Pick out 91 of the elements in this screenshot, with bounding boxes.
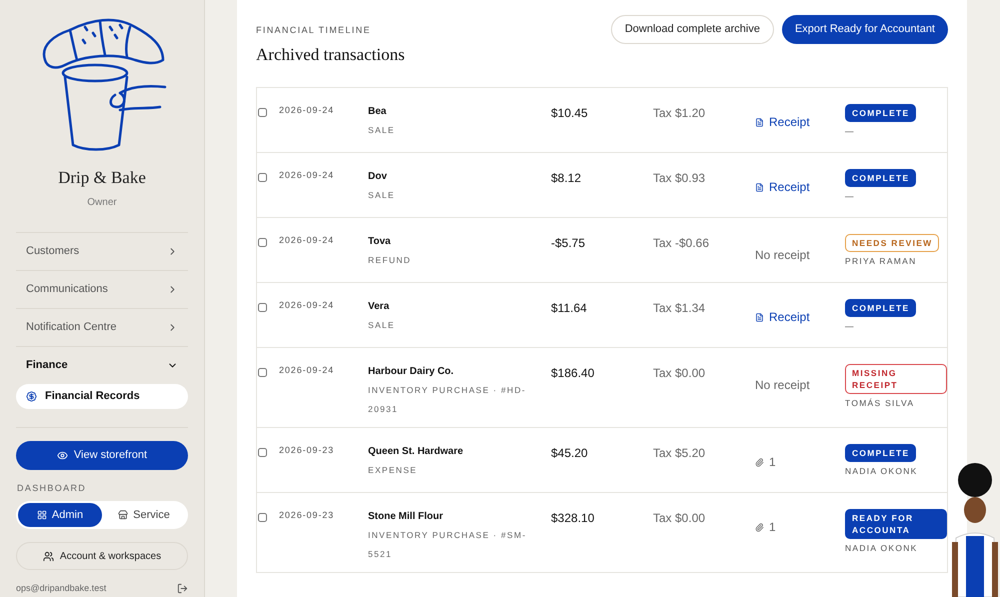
tax-cell-text: Tax $5.20	[653, 445, 706, 462]
assignee-label: NADIA OKONK	[845, 542, 918, 555]
transaction-type: INVENTORY PURCHASE · #SM-5521	[368, 529, 528, 561]
date-cell-text: 2026-09-24	[279, 104, 336, 117]
account-email: ops@dripandbake.test	[16, 582, 106, 595]
date-cell-text: 2026-09-24	[279, 299, 336, 312]
nav-item[interactable]: Finance	[16, 346, 188, 384]
nav-item[interactable]: Communications	[16, 270, 188, 308]
transaction-type: SALE	[368, 124, 396, 137]
grid-icon	[36, 510, 47, 520]
status-badge: READY FOR ACCOUNTA	[845, 509, 947, 539]
payee-name: Harbour Dairy Co.	[368, 365, 455, 379]
brand-name: Drip & Bake	[57, 167, 147, 189]
tax-cell-text: Tax $0.00	[653, 365, 706, 382]
tax-cell-text: Tax -$0.66	[653, 235, 710, 252]
payee-name: Bea	[368, 105, 388, 119]
amount-cell-text: $11.64	[551, 300, 588, 317]
assignee-label: —	[845, 125, 855, 138]
payee-name: Tova	[368, 235, 392, 249]
section-label: DASHBOARD	[16, 482, 88, 494]
receipt-link[interactable]: Receipt	[755, 308, 845, 326]
assignee-label: PRIYA RAMAN	[845, 255, 916, 268]
attachment-count: 1	[769, 519, 776, 536]
tax-cell-text: Tax $1.34	[653, 300, 706, 317]
tax-cell-text: Tax $1.20	[653, 105, 706, 122]
amount-cell-text: $186.40	[551, 365, 596, 382]
nav-item[interactable]: Customers	[16, 232, 188, 270]
view-storefront-button[interactable]: View storefront	[16, 440, 188, 470]
nav-subitem[interactable]: Financial Records	[16, 384, 188, 408]
account-button[interactable]: Account & workspaces	[16, 542, 188, 570]
transaction-type: REFUND	[368, 254, 412, 267]
nav-item[interactable]: Notification Centre	[16, 308, 188, 346]
users-icon	[42, 550, 54, 562]
amount-cell-text: -$5.75	[551, 235, 586, 252]
role-label: Owner	[86, 196, 118, 210]
dollar-icon	[26, 390, 37, 402]
date-cell-text: 2026-09-23	[279, 444, 336, 457]
amount-cell-text: $328.10	[551, 510, 596, 527]
transaction-type: SALE	[368, 189, 396, 202]
date-cell-text: 2026-09-24	[279, 364, 336, 377]
amount-cell-text: $8.12	[551, 170, 582, 187]
assignee-label: NADIA OKONK	[845, 465, 918, 478]
logout-icon[interactable]	[177, 583, 188, 594]
transaction-type: SALE	[368, 319, 396, 332]
assignee-label: TOMÁS SILVA	[845, 397, 914, 410]
status-badge: MISSING RECEIPT	[845, 364, 947, 394]
date-cell-text: 2026-09-23	[279, 509, 336, 522]
page-title: Archived transactions	[256, 44, 405, 66]
no-receipt-label: No receipt	[755, 248, 810, 262]
date-cell-text: 2026-09-24	[279, 169, 336, 182]
status-badge: COMPLETE	[845, 169, 916, 187]
row-checkbox[interactable]	[258, 448, 267, 457]
assignee-label: —	[845, 190, 855, 203]
receipt-icon	[755, 312, 764, 322]
status-badge: NEEDS REVIEW	[845, 234, 940, 252]
date-cell-text: 2026-09-24	[279, 234, 336, 247]
receipt-icon	[755, 182, 764, 192]
download-button[interactable]: Download complete archive	[610, 15, 774, 44]
row-checkbox[interactable]	[258, 513, 267, 522]
tax-cell-text: Tax $0.00	[653, 510, 706, 527]
toggle-option[interactable]: Service	[102, 503, 186, 527]
payee-name: Queen St. Hardware	[368, 445, 464, 459]
toggle-option[interactable]: Admin	[18, 503, 102, 527]
amount-cell-text: $10.45	[551, 105, 589, 122]
assignee-label: —	[845, 320, 855, 333]
payee-name: Vera	[368, 300, 390, 314]
row-checkbox[interactable]	[258, 368, 267, 377]
row-checkbox[interactable]	[258, 303, 267, 312]
paperclip-icon	[755, 522, 764, 532]
amount-cell-text: $45.20	[551, 445, 589, 462]
attachment-count: 1	[769, 454, 776, 471]
payee-name: Dov	[368, 170, 388, 184]
eyebrow-label: FINANCIAL TIMELINE	[256, 24, 372, 37]
row-checkbox[interactable]	[258, 238, 267, 247]
receipt-icon	[755, 118, 764, 126]
transaction-type: INVENTORY PURCHASE · #HD-20931	[368, 384, 527, 416]
status-badge: COMPLETE	[845, 299, 916, 317]
store-icon	[118, 510, 128, 520]
receipt-link[interactable]: Receipt	[755, 178, 845, 196]
receipt-link[interactable]: Receipt	[755, 113, 845, 131]
row-checkbox[interactable]	[258, 108, 267, 117]
row-checkbox[interactable]	[258, 173, 267, 182]
no-receipt-label: No receipt	[755, 378, 810, 392]
eye-icon	[56, 450, 68, 460]
paperclip-icon	[755, 458, 764, 466]
transaction-type: EXPENSE	[368, 464, 418, 477]
tax-cell-text: Tax $0.93	[653, 170, 706, 187]
payee-name: Stone Mill Flour	[368, 510, 444, 524]
export-button[interactable]: Export Ready for Accountant	[782, 15, 948, 44]
status-badge: COMPLETE	[845, 104, 916, 122]
status-badge: COMPLETE	[845, 444, 916, 462]
